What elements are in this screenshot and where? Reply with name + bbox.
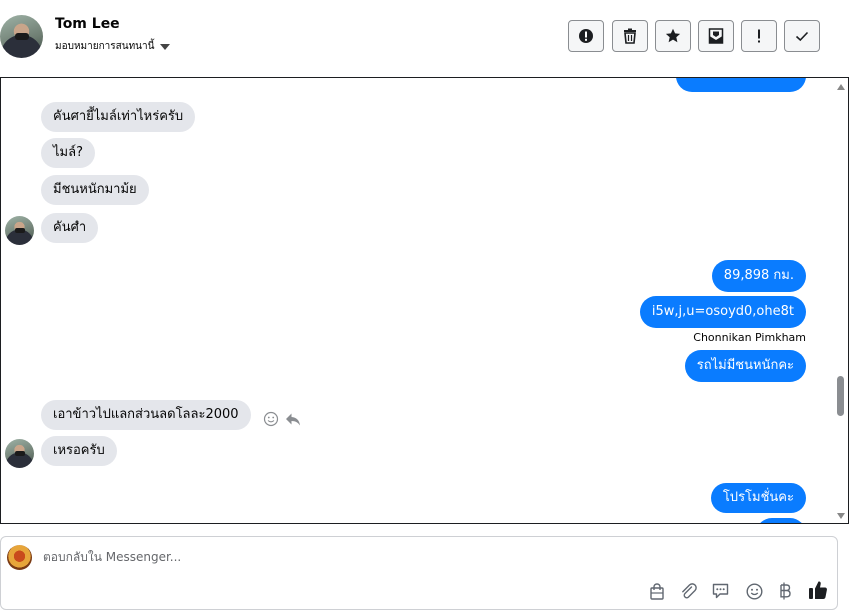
emoji-icon bbox=[745, 582, 763, 600]
baht-icon bbox=[780, 582, 791, 600]
attach-button[interactable] bbox=[678, 581, 698, 601]
reply-icon[interactable] bbox=[285, 411, 301, 427]
message-bubble-incoming[interactable]: คันศายี้ไมล์เท่าไหร่ครับ bbox=[41, 102, 196, 132]
contact-avatar[interactable] bbox=[0, 15, 43, 58]
scroll-down-arrow-icon[interactable] bbox=[837, 513, 845, 519]
payment-button[interactable] bbox=[775, 581, 795, 601]
contact-name[interactable]: Tom Lee bbox=[55, 16, 120, 32]
reply-input[interactable] bbox=[43, 550, 643, 564]
assign-label: มอบหมายการสนทนานี้ bbox=[55, 41, 155, 52]
check-icon bbox=[795, 31, 809, 42]
archive-envelope-icon bbox=[708, 28, 724, 44]
shop-button[interactable] bbox=[647, 581, 667, 601]
trash-icon bbox=[624, 28, 636, 44]
message-bubble-outgoing-partial[interactable] bbox=[756, 518, 806, 523]
conversation-header: Tom Lee มอบหมายการสนทนานี้ bbox=[0, 0, 853, 77]
sender-name: Chonnikan Pimkham bbox=[693, 331, 806, 344]
page-avatar bbox=[7, 545, 32, 570]
delete-button[interactable] bbox=[612, 20, 648, 52]
react-emoji-icon[interactable] bbox=[263, 411, 279, 427]
message-bubble-incoming[interactable]: ไมล์? bbox=[41, 138, 95, 168]
follow-up-button[interactable] bbox=[741, 20, 777, 52]
star-button[interactable] bbox=[655, 20, 691, 52]
contact-avatar-small bbox=[5, 439, 34, 468]
message-bubble-outgoing[interactable]: รถไม่มีชนหนักคะ bbox=[684, 350, 806, 382]
contact-avatar-small bbox=[5, 216, 34, 245]
message-thread[interactable]: คันศายี้ไมล์เท่าไหร่ครับ ไมล์? มีชนหนักม… bbox=[0, 77, 849, 524]
message-bubble-outgoing-partial[interactable] bbox=[676, 78, 806, 92]
message-bubble-incoming[interactable]: มีชนหนักมาม้ย bbox=[41, 175, 149, 205]
exclamation-icon bbox=[758, 29, 760, 43]
paperclip-icon bbox=[681, 582, 697, 598]
message-bubble-incoming[interactable]: เหรอครับ bbox=[41, 436, 117, 466]
reply-composer bbox=[0, 536, 838, 610]
message-bubble-outgoing[interactable]: 89,898 กม. bbox=[711, 260, 806, 292]
scrollbar-thumb[interactable] bbox=[837, 376, 844, 416]
like-icon bbox=[809, 581, 827, 599]
like-button[interactable] bbox=[807, 579, 829, 601]
mark-done-button[interactable] bbox=[784, 20, 820, 52]
message-bubble-incoming[interactable]: เอาข้าวไปแลกส่วนลดโลละ2000 bbox=[41, 400, 251, 430]
archive-button[interactable] bbox=[698, 20, 734, 52]
message-actions bbox=[263, 411, 301, 427]
scroll-up-arrow-icon[interactable] bbox=[837, 84, 845, 90]
shopping-bag-icon bbox=[650, 582, 664, 600]
message-bubble-outgoing[interactable]: โปรโมชั่นคะ bbox=[710, 483, 806, 513]
saved-reply-icon bbox=[712, 583, 728, 599]
emoji-button[interactable] bbox=[744, 581, 764, 601]
message-bubble-incoming[interactable]: คันศำ bbox=[41, 213, 99, 243]
saved-replies-button[interactable] bbox=[710, 581, 730, 601]
star-icon bbox=[665, 28, 681, 43]
thread-scrollbar[interactable] bbox=[834, 78, 848, 523]
message-bubble-outgoing[interactable]: i5w,j,u=osoyd0,ohe8t bbox=[639, 296, 806, 328]
assign-conversation-dropdown[interactable]: มอบหมายการสนทนานี้ bbox=[55, 39, 171, 54]
exclamation-circle-icon bbox=[579, 29, 593, 43]
caret-down-icon bbox=[160, 43, 171, 50]
mark-spam-button[interactable] bbox=[568, 20, 604, 52]
